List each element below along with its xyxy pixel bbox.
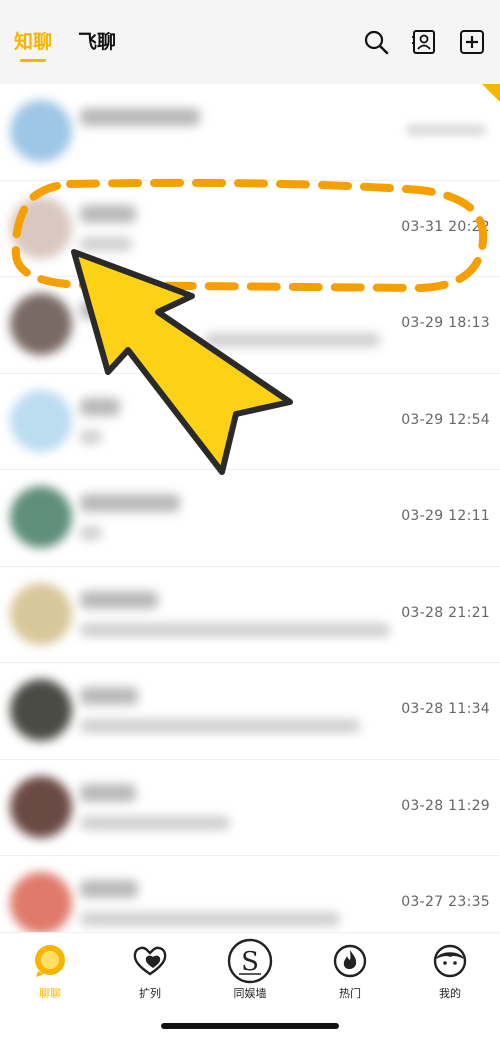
tab-feiliao[interactable]: 飞聊: [78, 27, 116, 58]
contact-name: [80, 108, 200, 126]
avatar: [10, 100, 72, 162]
avatar: [10, 582, 72, 645]
message-preview: [80, 719, 360, 733]
conversation-row[interactable]: 03-29 18:13: [0, 277, 500, 374]
message-preview: [80, 815, 230, 830]
nav-kuolie[interactable]: 扩列: [110, 939, 190, 1001]
svg-text:S: S: [241, 947, 259, 977]
timestamp: 03-31 20:22: [401, 218, 490, 235]
conversation-row[interactable]: [0, 84, 500, 181]
contact-name: [80, 301, 140, 319]
s-logo-icon: S: [227, 938, 273, 984]
contact-name: [80, 687, 138, 705]
nav-label: 我的: [439, 987, 461, 1000]
flame-icon: [333, 944, 367, 978]
tab-zhiliao[interactable]: 知聊: [14, 27, 52, 62]
conversation-row[interactable]: 03-29 12:54: [0, 374, 500, 470]
profile-face-icon: [433, 944, 467, 978]
avatar: [10, 293, 72, 355]
message-preview: [80, 429, 102, 444]
avatar: [10, 389, 72, 452]
timestamp: 03-28 21:21: [401, 604, 490, 621]
add-icon[interactable]: [458, 28, 486, 56]
nav-label: 同娱墙: [233, 987, 267, 1000]
contact-name: [80, 494, 180, 512]
conversation-row[interactable]: 03-31 20:22: [0, 181, 500, 277]
chat-bubble-icon: [35, 945, 65, 977]
nav-label: 扩列: [139, 987, 161, 1000]
nav-remen[interactable]: 热门: [310, 939, 390, 1001]
contact-name: [80, 880, 138, 898]
timestamp: 03-29 18:13: [401, 315, 490, 331]
conversation-row[interactable]: 03-28 11:29: [0, 760, 500, 856]
home-indicator: [161, 1023, 339, 1029]
nav-tongyuqiang[interactable]: S 同娱墙: [210, 938, 290, 1001]
timestamp: 03-29 12:54: [401, 411, 490, 428]
nav-chat[interactable]: 聊聊: [10, 939, 90, 1001]
bottom-nav: 聊聊 扩列 S 同娱墙 热门 我的: [0, 932, 500, 1002]
header-actions: [362, 28, 486, 56]
contact-name: [80, 397, 120, 416]
contact-name: [80, 204, 136, 223]
avatar: [10, 872, 72, 934]
heart-icon: [133, 946, 167, 976]
conversation-list: 03-31 20:22 03-29 18:13 03-29 12:54 03-2…: [0, 84, 500, 953]
message-preview: [80, 236, 132, 251]
avatar: [10, 486, 72, 548]
avatar: [10, 679, 72, 741]
top-header: 知聊 飞聊: [0, 0, 500, 84]
message-preview: [80, 622, 390, 637]
conversation-row[interactable]: 03-29 12:11: [0, 470, 500, 567]
nav-wode[interactable]: 我的: [410, 939, 490, 1001]
message-preview: [205, 333, 380, 347]
avatar: [10, 196, 72, 259]
timestamp: 03-28 11:29: [401, 797, 490, 814]
contact-name: [80, 590, 158, 609]
search-icon[interactable]: [362, 28, 390, 56]
message-preview: [80, 912, 340, 926]
message-preview: [80, 526, 102, 540]
nav-label: 热门: [339, 987, 361, 1000]
timestamp: 03-29 12:11: [401, 508, 490, 524]
contact-name: [80, 783, 136, 802]
nav-label: 聊聊: [39, 987, 61, 1000]
avatar: [10, 775, 72, 838]
conversation-row[interactable]: 03-28 21:21: [0, 567, 500, 663]
timestamp: 03-27 23:35: [401, 894, 490, 910]
timestamp: 03-28 11:34: [401, 701, 490, 717]
timestamp-blurred: [406, 124, 486, 136]
contacts-icon[interactable]: [410, 28, 438, 56]
conversation-row[interactable]: 03-28 11:34: [0, 663, 500, 760]
